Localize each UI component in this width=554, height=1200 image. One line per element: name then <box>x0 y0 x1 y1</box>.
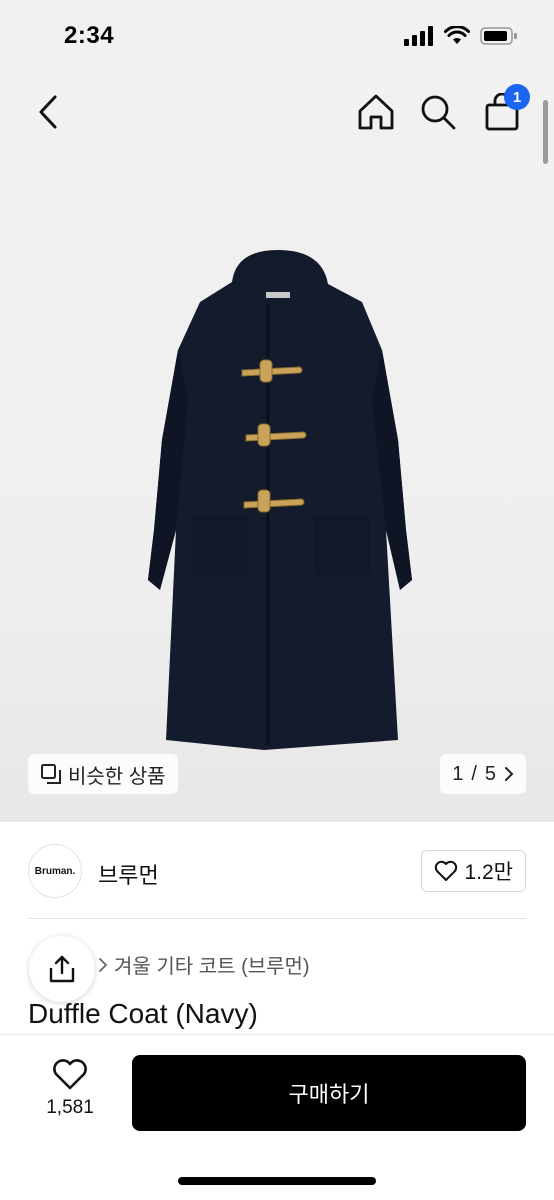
status-icons <box>404 26 518 46</box>
signal-icon <box>404 26 433 46</box>
scrollbar[interactable] <box>543 100 548 164</box>
favorite-count: 1,581 <box>46 1097 94 1118</box>
product-title: Duffle Coat (Navy) <box>28 998 258 1029</box>
buy-button[interactable]: 구매하기 <box>132 1055 526 1131</box>
product-image-gallery[interactable]: 비슷한 상품 1 / 5 <box>0 160 554 822</box>
cart-button[interactable]: 1 <box>478 84 530 136</box>
pager-separator: / <box>471 762 477 785</box>
similar-products-label: 비슷한 상품 <box>68 765 166 788</box>
pager-total: 5 <box>484 762 496 785</box>
back-button[interactable] <box>24 88 72 136</box>
status-bar: 2:34 <box>0 0 554 70</box>
heart-outline-icon <box>435 860 458 881</box>
home-icon <box>358 94 394 130</box>
heart-outline-icon <box>53 1059 87 1090</box>
favorite-button[interactable]: 1,581 <box>34 1059 106 1119</box>
similar-items-icon <box>41 764 61 784</box>
chevron-right-icon <box>99 957 108 972</box>
share-icon <box>49 955 75 983</box>
image-pager[interactable]: 1 / 5 <box>440 754 526 794</box>
brand-like-button[interactable]: 1.2만 <box>421 850 526 892</box>
wifi-icon <box>444 26 470 44</box>
similar-products-button[interactable]: 비슷한 상품 <box>28 754 178 794</box>
pager-current: 1 <box>452 762 464 785</box>
brand-logo[interactable]: Bruman. <box>28 844 82 898</box>
search-button[interactable] <box>414 88 462 136</box>
bottom-action-bar: 1,581 구매하기 <box>0 1034 554 1200</box>
breadcrumb[interactable]: 겨울 기타 코트 (브루먼) <box>98 950 310 979</box>
home-indicator <box>178 1177 376 1185</box>
product-image <box>148 250 412 750</box>
top-nav: 1 <box>0 70 554 160</box>
cart-count-badge: 1 <box>504 84 530 110</box>
home-button[interactable] <box>352 88 400 136</box>
status-time: 2:34 <box>64 22 115 49</box>
brand-row[interactable]: Bruman. 브루먼 1.2만 <box>0 822 554 920</box>
share-button[interactable] <box>29 936 95 1002</box>
breadcrumb-category[interactable]: 겨울 기타 코트 (브루먼) <box>114 950 310 979</box>
brand-name[interactable]: 브루먼 <box>98 858 159 890</box>
chevron-right-icon <box>505 767 514 781</box>
battery-icon <box>480 27 517 45</box>
search-icon <box>421 95 456 130</box>
divider <box>28 918 526 919</box>
chevron-left-icon <box>39 95 57 129</box>
brand-like-count: 1.2만 <box>464 861 513 884</box>
